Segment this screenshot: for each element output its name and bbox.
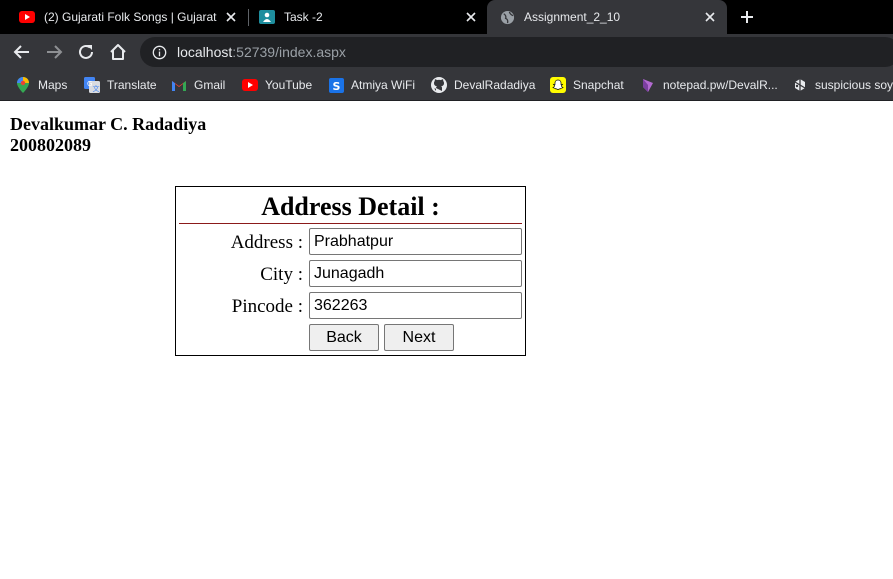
plus-icon [741, 11, 753, 23]
city-label: City : [260, 264, 303, 285]
pincode-label: Pincode : [231, 296, 303, 317]
bookmark-label: Maps [38, 78, 68, 92]
close-icon[interactable] [223, 9, 239, 25]
url-host: localhost [177, 44, 233, 60]
bookmark-devalradadiya[interactable]: DevalRadadiya [431, 76, 535, 94]
back-button[interactable]: Back [309, 324, 379, 351]
student-id: 200802089 [10, 135, 91, 155]
translate-icon: G文 [84, 77, 100, 93]
bookmark-atmiya-wifi[interactable]: S Atmiya WiFi [328, 76, 415, 94]
snapchat-icon [550, 77, 566, 93]
bookmark-label: DevalRadadiya [454, 78, 536, 92]
home-button[interactable] [108, 42, 128, 62]
tab-separator [248, 9, 249, 26]
tab-title: (2) Gujarati Folk Songs | Gujarati [44, 10, 217, 24]
tab-task[interactable]: Task -2 [252, 0, 484, 34]
new-tab-button[interactable] [738, 8, 756, 26]
bookmark-label: YouTube [265, 78, 313, 92]
student-name: Devalkumar C. Radadiya [10, 114, 207, 134]
bookmark-label: Translate [107, 78, 157, 92]
address-bar[interactable]: localhost:52739/index.aspx [140, 37, 893, 67]
address-row: Address : [176, 228, 525, 256]
tab-title: Task -2 [284, 10, 323, 24]
classroom-icon [259, 9, 275, 25]
bookmark-label: suspicious soyl [815, 78, 893, 92]
arrow-right-icon [47, 45, 63, 59]
close-icon[interactable] [463, 9, 479, 25]
svg-text:文: 文 [93, 84, 100, 93]
address-form: Address Detail : Address : City : Pincod… [175, 186, 526, 356]
bookmark-label: Atmiya WiFi [351, 78, 415, 92]
address-input[interactable] [309, 228, 522, 255]
youtube-icon [19, 9, 35, 25]
bookmark-label: Snapchat [573, 78, 624, 92]
github-icon [431, 77, 447, 93]
city-input[interactable] [309, 260, 522, 287]
bookmark-label: Gmail [194, 78, 226, 92]
bookmark-notepad[interactable]: notepad.pw/DevalR... [640, 76, 778, 94]
bookmark-suspicious-soyl[interactable]: suspicious soyl [792, 76, 893, 94]
bookmark-gmail[interactable]: Gmail [171, 76, 225, 94]
atmiya-icon: S [328, 77, 344, 93]
notepad-icon [640, 77, 656, 93]
bookmark-translate[interactable]: G文 Translate [84, 76, 157, 94]
bookmark-snapchat[interactable]: Snapchat [550, 76, 624, 94]
pincode-input[interactable] [309, 292, 522, 319]
gmail-icon [171, 77, 187, 93]
city-row: City : [176, 260, 525, 288]
tab-assignment[interactable]: Assignment_2_10 [487, 0, 727, 34]
bookmark-maps[interactable]: Maps [15, 76, 67, 94]
url-path: :52739/index.aspx [232, 44, 346, 60]
reload-button[interactable] [76, 42, 96, 62]
form-title: Address Detail : [179, 190, 522, 224]
home-icon [110, 44, 126, 60]
arrow-left-icon [13, 45, 29, 59]
bookmark-youtube[interactable]: YouTube [242, 76, 312, 94]
globe-icon [499, 9, 515, 25]
address-label: Address : [230, 232, 303, 253]
bookmarks-bar: Maps G文 Translate Gmail YouTube S Atmiya… [0, 70, 893, 101]
close-icon[interactable] [702, 9, 718, 25]
soy-icon [792, 77, 808, 93]
next-button[interactable]: Next [384, 324, 454, 351]
tab-title: Assignment_2_10 [524, 10, 621, 24]
back-nav-button[interactable] [12, 42, 32, 62]
page-content: Devalkumar C. Radadiya 200802089 Address… [0, 101, 893, 579]
svg-text:S: S [332, 80, 340, 93]
pincode-row: Pincode : [176, 292, 525, 320]
student-info: Devalkumar C. Radadiya 200802089 [10, 114, 206, 156]
bookmark-label: notepad.pw/DevalR... [663, 78, 778, 92]
tab-strip: (2) Gujarati Folk Songs | Gujarati Task … [0, 0, 893, 34]
toolbar: localhost:52739/index.aspx [0, 34, 893, 70]
tab-youtube[interactable]: (2) Gujarati Folk Songs | Gujarati [12, 0, 244, 34]
info-icon[interactable] [151, 44, 167, 60]
youtube-icon [242, 77, 258, 93]
forward-nav-button[interactable] [44, 42, 64, 62]
maps-icon [15, 77, 31, 93]
reload-icon [79, 44, 93, 59]
